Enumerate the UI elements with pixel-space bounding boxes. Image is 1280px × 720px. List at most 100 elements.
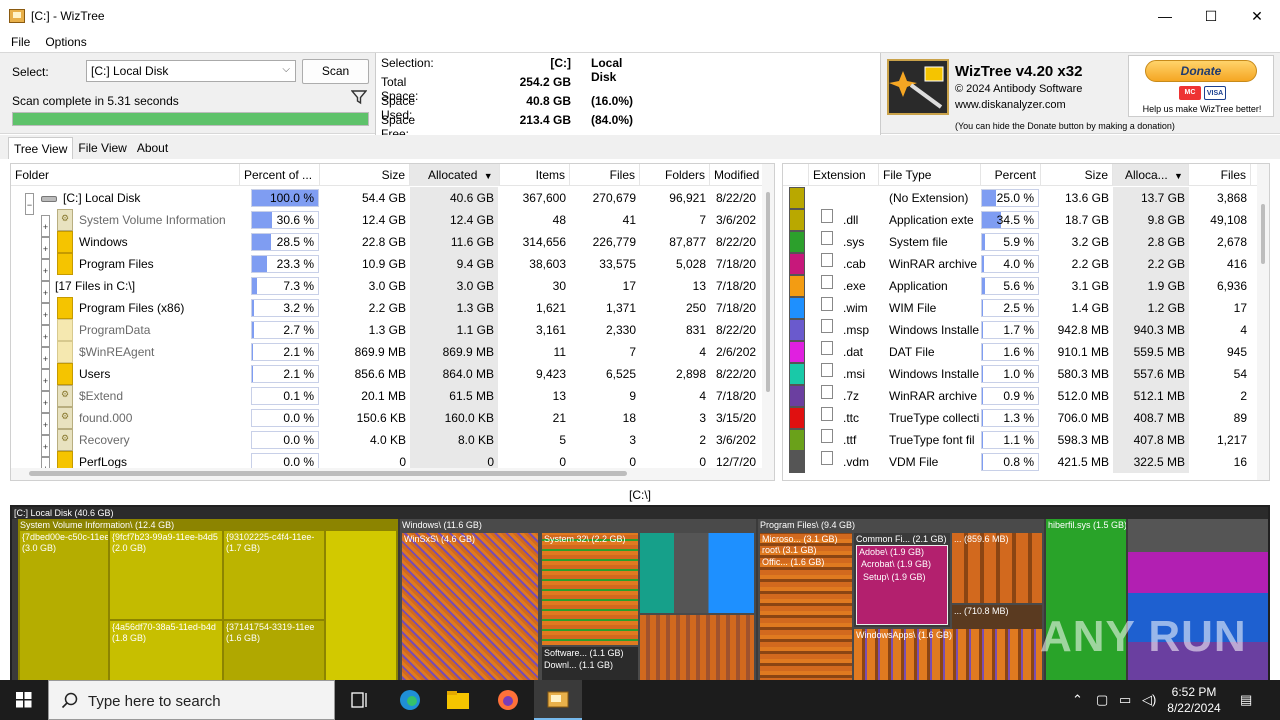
extension-row[interactable]: .exe Application 5.6 % 3.1 GB 1.9 GB 6,9… — [783, 275, 1269, 297]
col-modified[interactable]: Modified — [710, 164, 770, 186]
taskbar-search-box[interactable]: Type here to search — [48, 680, 335, 720]
edge-browser-icon[interactable] — [386, 680, 434, 720]
col-files[interactable]: Files — [570, 164, 640, 186]
menu-file[interactable]: File — [11, 35, 30, 49]
extension-row[interactable]: .wim WIM File 2.5 % 1.4 GB 1.2 GB 17 — [783, 297, 1269, 319]
menu-options[interactable]: Options — [45, 35, 86, 49]
extension-color-swatch — [789, 407, 805, 429]
extension-percent-cell: 1.3 % — [981, 409, 1039, 427]
extension-row[interactable]: .dll Application exte 34.5 % 18.7 GB 9.8… — [783, 209, 1269, 231]
treemap-windows-block[interactable] — [640, 533, 754, 613]
maximize-button[interactable]: ☐ — [1188, 0, 1234, 32]
folder-vertical-scrollbar[interactable] — [762, 164, 774, 480]
treemap-block[interactable] — [326, 531, 396, 681]
extension-row[interactable]: .ttc TrueType collecti 1.3 % 706.0 MB 40… — [783, 407, 1269, 429]
col-file-type[interactable]: File Type — [879, 164, 981, 186]
extension-percent-cell: 1.7 % — [981, 321, 1039, 339]
treemap-adobe[interactable]: Adobe\ (1.9 GB) Acrobat\ (1.9 GB) Setup\ (… — [856, 545, 948, 625]
folder-row[interactable]: + found.000 0.0 % 150.6 KB 160.0 KB 21 1… — [11, 407, 774, 435]
chevron-up-icon[interactable]: ⌃ — [1072, 692, 1083, 708]
extension-row[interactable]: .vdm VDM File 0.8 % 421.5 MB 322.5 MB 16 — [783, 451, 1269, 473]
extension-row[interactable]: .msi Windows Installe 1.0 % 580.3 MB 557… — [783, 363, 1269, 385]
treemap-block[interactable]: {7dbed00e-c50c-11ee (3.0 GB) — [20, 531, 108, 681]
extension-color-swatch — [789, 319, 805, 341]
minimize-button[interactable]: — — [1142, 0, 1188, 32]
extension-row[interactable]: .msp Windows Installe 1.7 % 942.8 MB 940… — [783, 319, 1269, 341]
col-extension[interactable]: Extension — [809, 164, 879, 186]
extension-row[interactable]: .sys System file 5.9 % 3.2 GB 2.8 GB 2,6… — [783, 231, 1269, 253]
treemap-software[interactable]: Software... (1.1 GB) Downl... (1.1 GB) — [542, 647, 638, 681]
extension-size: 18.7 GB — [1064, 213, 1109, 227]
folder-row[interactable]: + Program Files (x86) 3.2 % 2.2 GB 1.3 G… — [11, 297, 774, 325]
tab-tree-view[interactable]: Tree View — [8, 137, 74, 159]
folder-items: 48 — [552, 213, 566, 227]
treemap-block[interactable]: {37141754-3319-11ee (1.6 GB) — [224, 621, 324, 681]
firefox-icon[interactable] — [484, 680, 532, 720]
extension-percent-cell: 5.6 % — [981, 277, 1039, 295]
col-ext-percent[interactable]: Percent — [981, 164, 1041, 186]
ext-vertical-scrollbar[interactable] — [1257, 164, 1269, 480]
treemap-root[interactable]: [C:] Local Disk (40.6 GB) — [12, 507, 1268, 519]
folder-row[interactable]: + Program Files 23.3 % 10.9 GB 9.4 GB 38… — [11, 253, 774, 281]
scan-progress-bar — [12, 112, 369, 126]
tab-file-view[interactable]: File View — [73, 137, 131, 159]
folder-files: 7 — [629, 345, 636, 359]
drive-select[interactable]: [C:] Local Disk ⌵ — [86, 60, 296, 82]
treemap-winsxs[interactable]: WinSxS\ (4.6 GB) — [402, 533, 538, 681]
extension-size: 3.1 GB — [1071, 279, 1109, 293]
folder-row[interactable]: + Windows 28.5 % 22.8 GB 11.6 GB 314,656… — [11, 231, 774, 259]
col-ext-files[interactable]: Files — [1189, 164, 1251, 186]
treemap-folder-block[interactable]: ... (859.6 MB) — [952, 533, 1042, 603]
extension-row[interactable]: .7z WinRAR archive 0.9 % 512.0 MB 512.1 … — [783, 385, 1269, 407]
col-ext-size[interactable]: Size — [1041, 164, 1113, 186]
treemap-block[interactable]: {93102225-c4f4-11ee- (1.7 GB) — [224, 531, 324, 619]
col-folders[interactable]: Folders — [640, 164, 710, 186]
treemap-microsoft[interactable]: Microso... (3.1 GB) root\ (3.1 GB) Offic..… — [760, 533, 852, 681]
task-view-icon[interactable] — [336, 680, 384, 720]
brand-website-link[interactable]: www.diskanalyzer.com — [955, 99, 1066, 111]
folder-row[interactable]: + $WinREAgent 2.1 % 869.9 MB 869.9 MB 11… — [11, 341, 774, 369]
col-items[interactable]: Items — [500, 164, 570, 186]
folder-row[interactable]: − [C:] Local Disk 100.0 % 54.4 GB 40.6 G… — [11, 187, 774, 215]
treemap-block[interactable]: {4a56df70-38a5-11ed-b4d (1.8 GB) — [110, 621, 222, 681]
extension-row[interactable]: (No Extension) 25.0 % 13.6 GB 13.7 GB 3,… — [783, 187, 1269, 209]
col-folder[interactable]: Folder — [11, 164, 240, 186]
folder-row[interactable]: + Users 2.1 % 856.6 MB 864.0 MB 9,423 6,… — [11, 363, 774, 391]
notification-icon[interactable]: ▤ — [1240, 692, 1252, 708]
scan-button[interactable]: Scan — [302, 59, 369, 84]
col-percent[interactable]: Percent of ... — [240, 164, 320, 186]
file-explorer-icon[interactable] — [434, 680, 482, 720]
network-icon[interactable]: ▭ — [1119, 692, 1131, 708]
tab-about[interactable]: About — [132, 137, 173, 159]
folder-icon — [57, 429, 73, 451]
treemap-block[interactable]: {9fcf7b23-99a9-11ee-b4d5 (2.0 GB) — [110, 531, 222, 619]
folder-folders: 250 — [685, 301, 706, 315]
taskbar-clock[interactable]: 6:52 PM 8/22/2024 — [1154, 684, 1234, 716]
extension-row[interactable]: .dat DAT File 1.6 % 910.1 MB 559.5 MB 94… — [783, 341, 1269, 363]
window-title: [C:] - WizTree — [31, 9, 105, 23]
start-button[interactable] — [0, 680, 48, 720]
treemap-windows-block[interactable] — [640, 615, 754, 681]
folder-row[interactable]: + ProgramData 2.7 % 1.3 GB 1.1 GB 3,161 … — [11, 319, 774, 347]
folder-icon — [57, 363, 73, 385]
folder-horizontal-scrollbar[interactable] — [11, 468, 763, 480]
folder-row[interactable]: + $Extend 0.1 % 20.1 MB 61.5 MB 13 9 4 7… — [11, 385, 774, 413]
folder-row[interactable]: + System Volume Information 30.6 % 12.4 … — [11, 209, 774, 237]
folder-row[interactable]: + Recovery 0.0 % 4.0 KB 8.0 KB 5 3 2 3/6… — [11, 429, 774, 457]
meet-now-icon[interactable]: ▢ — [1096, 692, 1108, 708]
wiztree-taskbar-icon[interactable] — [534, 680, 582, 720]
extension-row[interactable]: .ttf TrueType font fil 1.1 % 598.3 MB 40… — [783, 429, 1269, 451]
col-size[interactable]: Size — [320, 164, 410, 186]
donate-button[interactable]: Donate — [1145, 60, 1257, 82]
folder-name: ProgramData — [79, 323, 151, 337]
folder-row[interactable]: + [17 Files in C:\] 7.3 % 3.0 GB 3.0 GB … — [11, 275, 774, 303]
extension-percent-cell: 0.8 % — [981, 453, 1039, 471]
filter-icon[interactable] — [351, 89, 367, 105]
treemap-system32[interactable]: System 32\ (2.2 GB) — [542, 533, 638, 645]
treemap-windowsapps[interactable]: WindowsApps\ (1.6 GB) — [854, 629, 1042, 681]
folder-modified: 7/18/20 — [716, 389, 757, 403]
close-button[interactable]: ✕ — [1234, 0, 1280, 32]
col-allocated[interactable]: Allocated ▼ — [410, 164, 500, 186]
col-ext-allocated[interactable]: Alloca... ▼ — [1113, 164, 1189, 186]
extension-row[interactable]: .cab WinRAR archive 4.0 % 2.2 GB 2.2 GB … — [783, 253, 1269, 275]
